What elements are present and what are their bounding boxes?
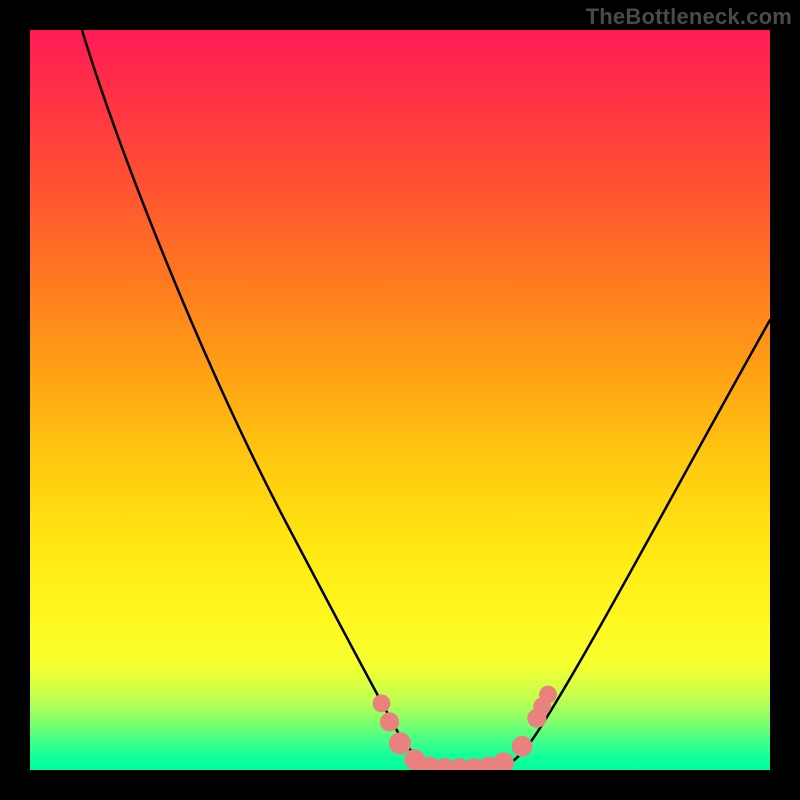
left-branch [82,30,432,768]
data-marker [493,752,514,770]
chart-root: TheBottleneck.com [0,0,800,800]
plot-area [30,30,770,770]
data-marker [449,758,470,770]
curve-layer [30,30,770,770]
valley-floor [432,768,500,770]
data-marker [419,757,440,770]
data-marker [380,712,399,731]
data-marker [389,732,411,754]
data-marker [404,749,425,770]
data-marker [512,736,533,757]
data-marker [478,757,499,770]
watermark-text: TheBottleneck.com [586,4,792,30]
data-marker [533,698,551,716]
data-marker [464,758,485,770]
data-marker [434,758,455,770]
marker-group [373,686,557,770]
right-branch [500,320,770,768]
data-marker [527,709,546,728]
data-marker [373,695,391,713]
data-marker [539,686,557,704]
